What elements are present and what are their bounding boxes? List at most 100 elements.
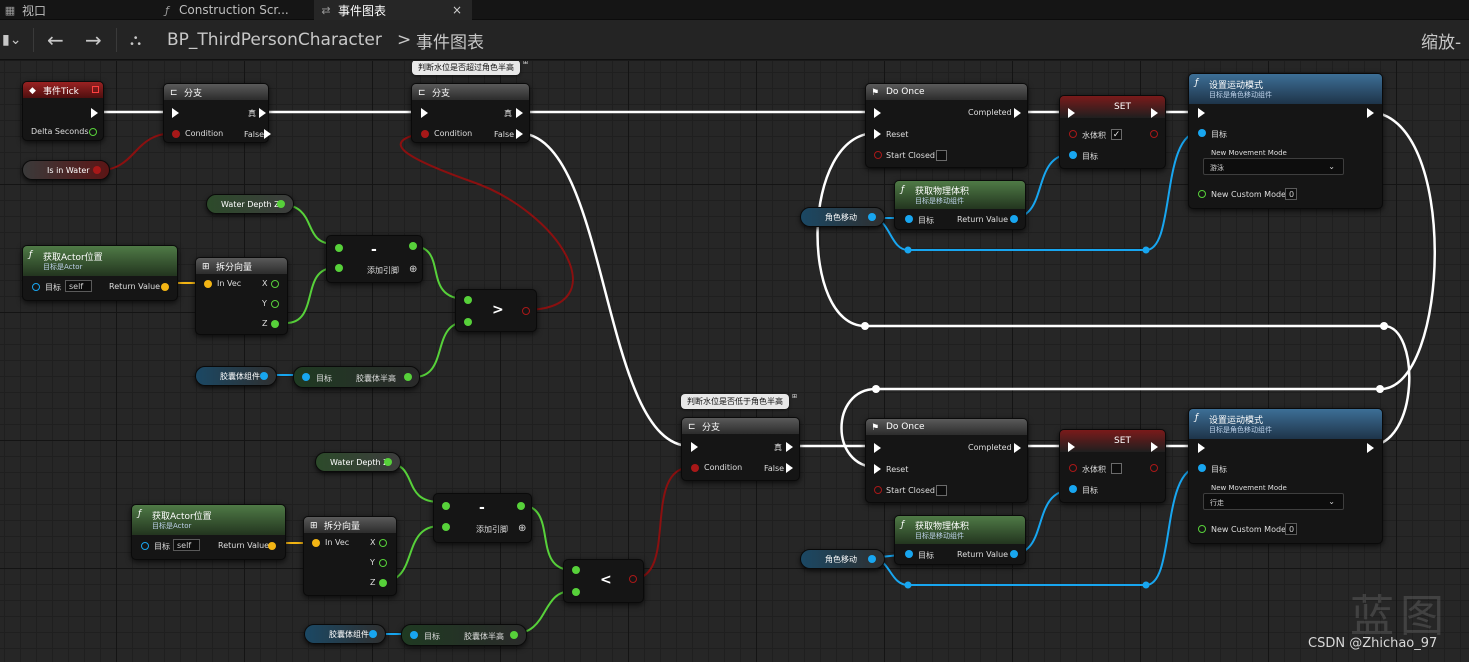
comment-bubble[interactable]: 判断水位是否超过角色半高 ⊞: [412, 61, 528, 75]
bookmark-icon[interactable]: ▮⌄: [2, 20, 21, 60]
add-pin-label[interactable]: 添加引脚: [476, 524, 508, 535]
object-out-pin[interactable]: [1010, 550, 1018, 558]
object-out-pin[interactable]: [868, 213, 876, 221]
movement-mode-dropdown[interactable]: 游泳 ⌄: [1203, 158, 1344, 175]
target-pin[interactable]: [905, 215, 913, 223]
target-pin[interactable]: [141, 542, 149, 550]
float-out-pin[interactable]: [384, 458, 392, 466]
set-movement-mode-node[interactable]: ƒ 设置运动模式 目标是角色移动组件 目标 New Movement Mode …: [1188, 408, 1383, 544]
target-pin[interactable]: [1069, 151, 1077, 159]
branch-node[interactable]: ⊏ 分支 真 Condition False: [411, 83, 530, 143]
capsule-component-variable[interactable]: 胶囊体组件: [304, 624, 386, 644]
subtract-node[interactable]: - 添加引脚 ⊕: [433, 493, 532, 543]
branch-node[interactable]: ⊏ 分支 真 Condition False: [163, 83, 271, 143]
start-closed-pin[interactable]: [874, 486, 882, 494]
bool-out-pin[interactable]: [629, 575, 637, 583]
bool-out-pin[interactable]: [1150, 130, 1158, 138]
z-out-pin[interactable]: [379, 579, 387, 587]
a-in-pin[interactable]: [572, 566, 580, 574]
delta-seconds-pin[interactable]: [89, 128, 97, 136]
float-out-pin[interactable]: [277, 200, 285, 208]
object-out-pin[interactable]: [260, 372, 268, 380]
vector-out-pin[interactable]: [268, 542, 276, 550]
delegate-pin[interactable]: [92, 86, 99, 93]
start-closed-checkbox[interactable]: [936, 485, 947, 496]
exec-out-pin[interactable]: [1367, 108, 1374, 118]
bool-out-pin[interactable]: [1150, 464, 1158, 472]
get-physics-volume-node[interactable]: ƒ 获取物理体积 目标是移动组件 目标 Return Value: [894, 515, 1026, 565]
do-once-node[interactable]: ⚑ Do Once Completed Reset Start Closed: [865, 418, 1028, 503]
y-out-pin[interactable]: [271, 300, 279, 308]
back-icon[interactable]: ←: [47, 20, 64, 60]
target-pin[interactable]: [302, 373, 310, 381]
water-volume-checkbox[interactable]: [1111, 463, 1122, 474]
close-icon[interactable]: ×: [452, 3, 462, 17]
add-pin-label[interactable]: 添加引脚: [367, 265, 399, 276]
b-in-pin[interactable]: [442, 523, 450, 531]
tab-construction-script[interactable]: ƒ Construction Scr...: [155, 0, 313, 20]
exec-in-pin[interactable]: [421, 108, 428, 118]
exec-in-pin[interactable]: [1198, 108, 1205, 118]
exec-in-pin[interactable]: [691, 442, 698, 452]
self-field[interactable]: self: [65, 280, 92, 292]
bool-in-pin[interactable]: [1069, 130, 1077, 138]
true-out-pin[interactable]: [786, 442, 793, 452]
start-closed-checkbox[interactable]: [936, 150, 947, 161]
event-tick-node[interactable]: ◆ 事件Tick Delta Seconds: [22, 81, 104, 141]
condition-pin[interactable]: [172, 130, 180, 138]
condition-pin[interactable]: [421, 130, 429, 138]
is-in-water-variable[interactable]: Is in Water: [22, 160, 110, 180]
custom-mode-pin[interactable]: [1198, 190, 1206, 198]
break-vector-node[interactable]: ⊞ 拆分向量 In Vec X Y Z: [195, 257, 288, 335]
get-actor-location-node[interactable]: ƒ 获取Actor位置 目标是Actor 目标 self Return Valu…: [22, 245, 178, 301]
comment-pin-icon[interactable]: ⊞: [523, 61, 528, 66]
set-variable-node[interactable]: SET 水体积 ✓ 目标: [1059, 95, 1166, 169]
exec-in-pin[interactable]: [1068, 108, 1075, 118]
do-once-node[interactable]: ⚑ Do Once Completed Reset Start Closed: [865, 83, 1028, 168]
a-in-pin[interactable]: [442, 502, 450, 510]
branch-node[interactable]: ⊏ 分支 真 Condition False: [681, 417, 800, 481]
object-out-pin[interactable]: [369, 630, 377, 638]
break-vector-node[interactable]: ⊞ 拆分向量 In Vec X Y Z: [303, 516, 397, 596]
character-movement-variable[interactable]: 角色移动: [800, 549, 885, 569]
breadcrumb-graph[interactable]: 事件图表: [416, 20, 484, 60]
bool-in-pin[interactable]: [1069, 464, 1077, 472]
custom-mode-pin[interactable]: [1198, 525, 1206, 533]
x-out-pin[interactable]: [379, 539, 387, 547]
get-capsule-half-height-node[interactable]: 目标 胶囊体半高: [401, 624, 527, 646]
add-pin-icon[interactable]: ⊕: [518, 523, 526, 534]
y-out-pin[interactable]: [379, 559, 387, 567]
exec-out-pin[interactable]: [91, 108, 98, 118]
reset-in-pin[interactable]: [874, 129, 881, 139]
water-depth-variable[interactable]: Water Depth Z: [206, 194, 294, 214]
comment-pin-icon[interactable]: ⊞: [792, 394, 797, 400]
character-movement-variable[interactable]: 角色移动: [800, 207, 885, 227]
exec-out-pin[interactable]: [1151, 442, 1158, 452]
exec-in-pin[interactable]: [1068, 442, 1075, 452]
z-out-pin[interactable]: [271, 320, 279, 328]
target-pin[interactable]: [905, 550, 913, 558]
self-field[interactable]: self: [173, 539, 200, 551]
movement-mode-dropdown[interactable]: 行走 ⌄: [1203, 493, 1344, 510]
exec-in-pin[interactable]: [172, 108, 179, 118]
float-out-pin[interactable]: [510, 631, 518, 639]
completed-out-pin[interactable]: [1014, 443, 1021, 453]
condition-pin[interactable]: [691, 464, 699, 472]
vector-out-pin[interactable]: [161, 283, 169, 291]
exec-out-pin[interactable]: [1151, 108, 1158, 118]
float-out-pin[interactable]: [517, 502, 525, 510]
less-node[interactable]: <: [563, 559, 644, 603]
tab-viewport[interactable]: ▦ 视口: [0, 0, 150, 20]
set-movement-mode-node[interactable]: ƒ 设置运动模式 目标是角色移动组件 目标 New Movement Mode …: [1188, 73, 1383, 209]
greater-node[interactable]: >: [455, 289, 537, 332]
breadcrumb-blueprint[interactable]: BP_ThirdPersonCharacter: [167, 20, 382, 60]
target-pin[interactable]: [1198, 464, 1206, 472]
water-depth-variable[interactable]: Water Depth Z: [315, 452, 401, 472]
capsule-component-variable[interactable]: 胶囊体组件: [195, 366, 277, 386]
vector-in-pin[interactable]: [204, 280, 212, 288]
comment-bubble[interactable]: 判断水位是否低于角色半高 ⊞: [681, 394, 797, 409]
exec-in-pin[interactable]: [874, 443, 881, 453]
get-physics-volume-node[interactable]: ƒ 获取物理体积 目标是移动组件 目标 Return Value: [894, 180, 1026, 230]
b-in-pin[interactable]: [572, 588, 580, 596]
get-actor-location-node[interactable]: ƒ 获取Actor位置 目标是Actor 目标 self Return Valu…: [131, 504, 286, 560]
